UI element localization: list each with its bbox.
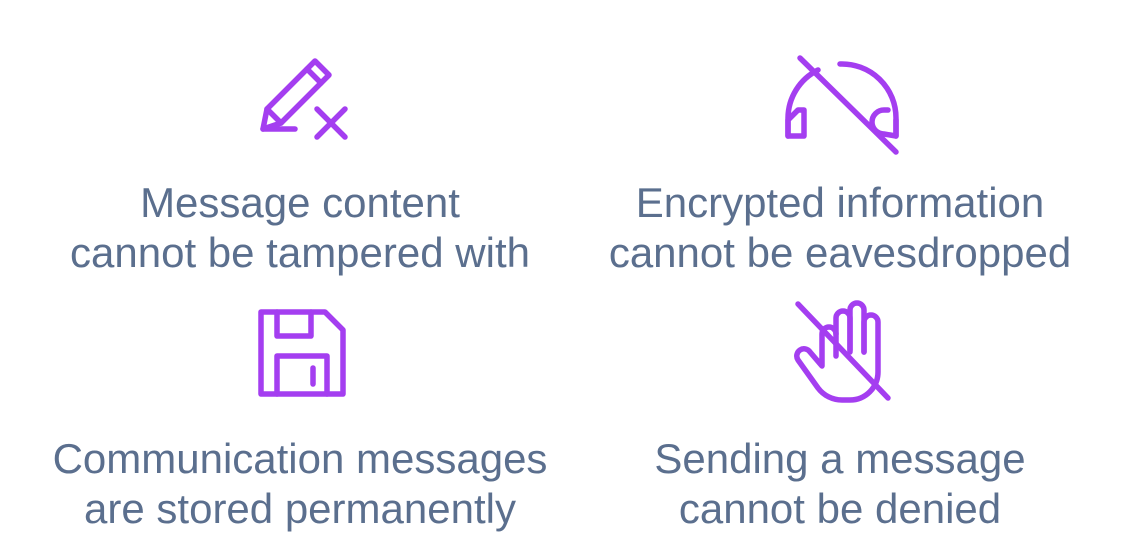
hand-off-icon bbox=[790, 296, 895, 406]
feature-caption: Communication messages are stored perman… bbox=[20, 434, 580, 534]
feature-caption: Message content cannot be tampered with bbox=[20, 178, 580, 278]
caption-line-1: Encrypted information bbox=[635, 179, 1045, 226]
feature-no-eavesdrop: Encrypted information cannot be eavesdro… bbox=[560, 0, 1120, 290]
caption-line-2: are stored permanently bbox=[84, 485, 516, 532]
headphones-off-icon bbox=[780, 52, 905, 157]
feature-non-repudiation: Sending a message cannot be denied bbox=[560, 290, 1120, 540]
feature-caption: Sending a message cannot be denied bbox=[560, 434, 1120, 534]
pencil-x-icon bbox=[255, 55, 355, 145]
floppy-disk-icon bbox=[255, 306, 350, 401]
feature-caption: Encrypted information cannot be eavesdro… bbox=[560, 178, 1120, 278]
caption-line-1: Message content bbox=[140, 179, 460, 226]
caption-line-1: Communication messages bbox=[52, 435, 548, 482]
caption-line-1: Sending a message bbox=[654, 435, 1026, 482]
feature-permanent-storage: Communication messages are stored perman… bbox=[20, 290, 580, 540]
caption-line-2: cannot be eavesdropped bbox=[608, 229, 1072, 276]
feature-tamper-proof: Message content cannot be tampered with bbox=[20, 0, 580, 290]
caption-line-2: cannot be denied bbox=[678, 485, 1002, 532]
caption-line-2: cannot be tampered with bbox=[70, 229, 530, 276]
